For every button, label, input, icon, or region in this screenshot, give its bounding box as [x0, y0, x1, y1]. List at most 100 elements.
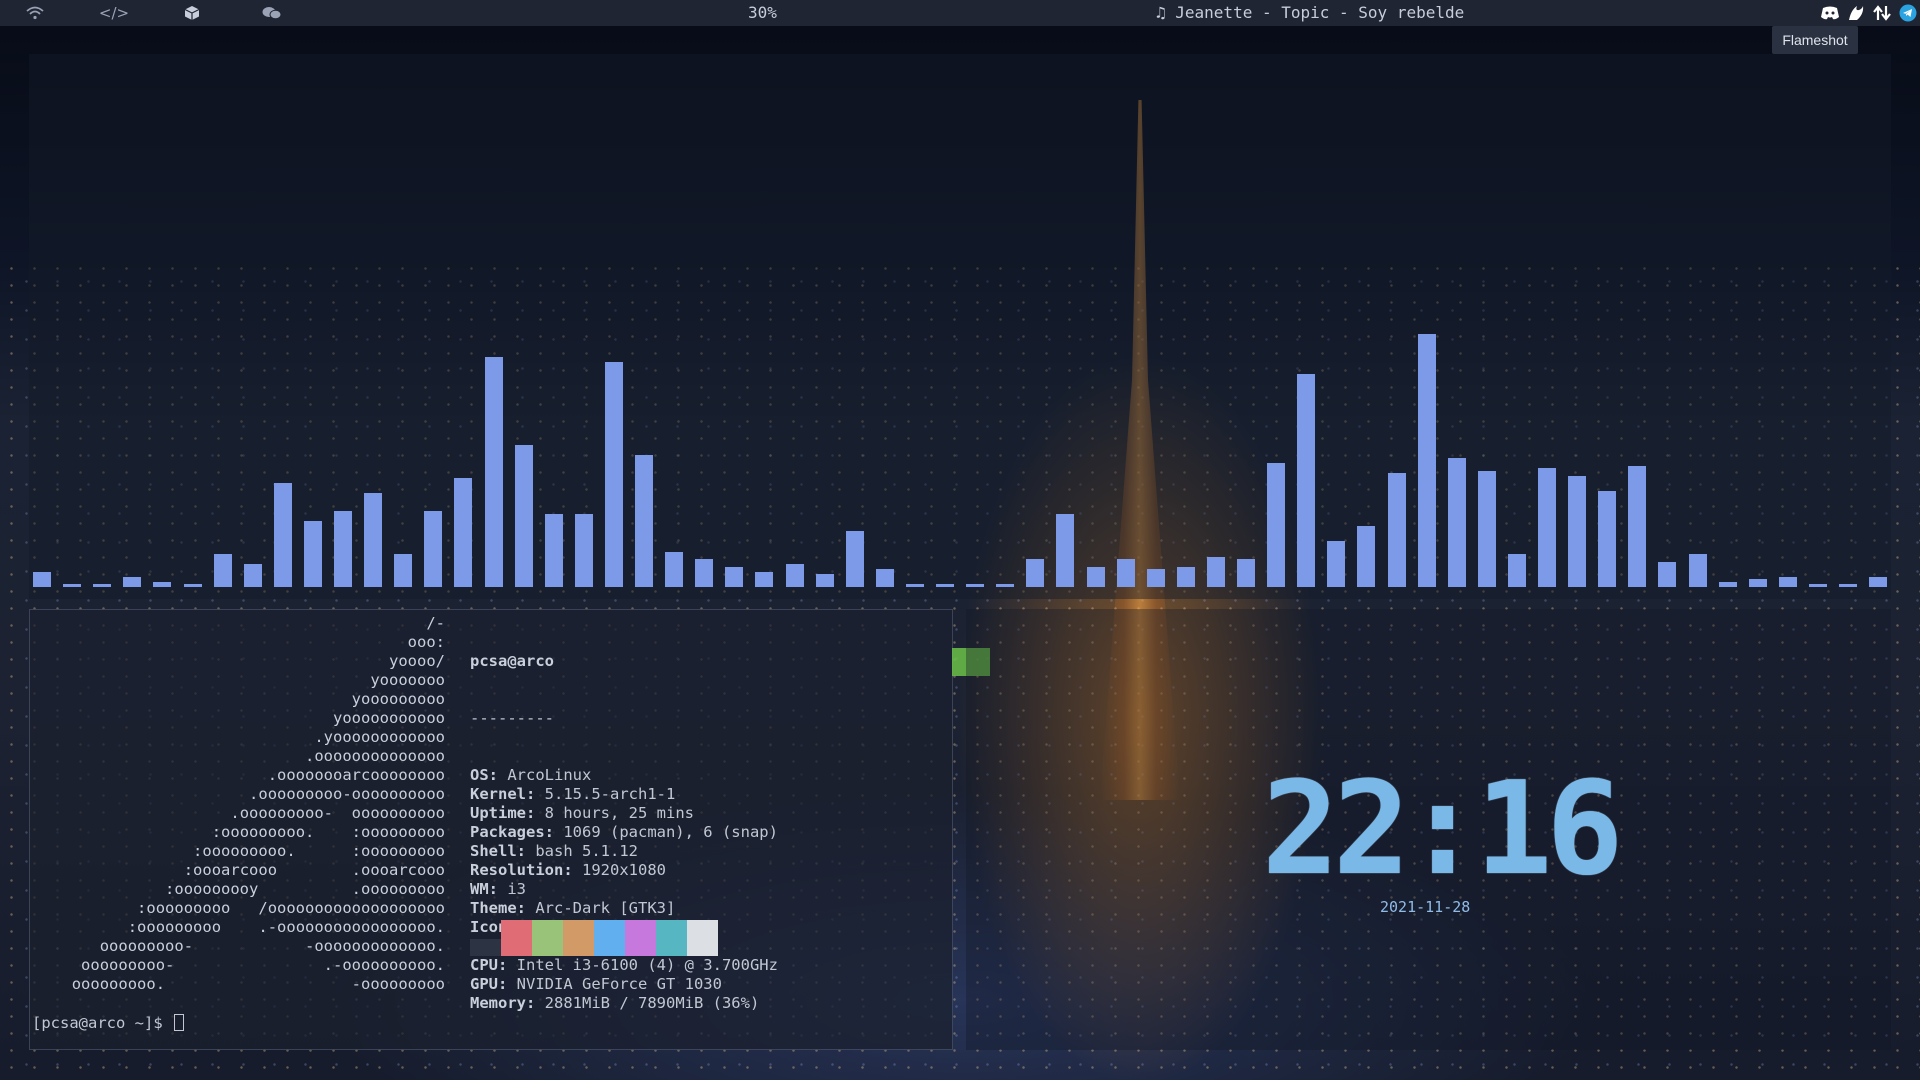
visualizer-bar: [786, 564, 804, 587]
sysinfo-value: ArcoLinux: [507, 766, 592, 784]
sysinfo-value: 5.15.5-arch1-1: [544, 785, 676, 803]
visualizer-bar: [725, 567, 743, 587]
visualizer-bar: [153, 582, 171, 587]
ascii-line: :oooarcooo .oooarcooo: [183, 861, 445, 879]
now-playing-title[interactable]: ♫ Jeanette - Topic - Soy rebelde: [1156, 3, 1464, 22]
updates-icon[interactable]: [1872, 3, 1892, 23]
visualizer-bar: [1026, 559, 1044, 587]
ascii-line: .ooooooooo-oooooooooo: [249, 785, 445, 803]
visualizer-bar: [1388, 473, 1406, 587]
discord-icon[interactable]: [1820, 3, 1840, 23]
sysinfo-key: Theme: [470, 899, 517, 917]
visualizer-bar: [1056, 514, 1074, 587]
visualizer-bar: [184, 584, 202, 587]
sysinfo-key: WM: [470, 880, 489, 898]
visualizer-bar: [1749, 579, 1767, 587]
neofetch-ascii-logo: /- ooo: yoooo/yooooooo yooooooooo yooooooooo…: [30, 614, 445, 994]
prompt-text: [pcsa@arco ~]$: [32, 1014, 172, 1032]
visualizer-bar: [1689, 554, 1707, 587]
telegram-icon[interactable]: [1898, 3, 1918, 23]
visualizer-bar: [635, 455, 653, 587]
code-icon[interactable]: </>: [99, 3, 129, 23]
visualizer-bar: [665, 552, 683, 587]
ascii-line: :ooooooooy .ooooooooo: [165, 880, 445, 898]
sysinfo-value: bash 5.1.12: [535, 842, 638, 860]
visualizer-bar: [334, 511, 352, 587]
ascii-line: :ooooooooo. :ooooooooo: [193, 842, 445, 860]
visualizer-bar: [33, 572, 51, 587]
sysinfo-value: 8 hours, 25 mins: [544, 804, 694, 822]
visualizer-bar: [274, 483, 292, 587]
visualizer-bar: [485, 357, 503, 587]
sysinfo-value: Intel i3-6100 (4) @ 3.700GHz: [516, 956, 778, 974]
sysinfo-value: Arc-Dark [GTK3]: [535, 899, 676, 917]
visualizer-bar: [1327, 541, 1345, 587]
chat-icon[interactable]: [260, 3, 284, 23]
visualizer-bar: [996, 584, 1014, 587]
visualizer-bar: [214, 554, 232, 587]
visualizer-bar: [1267, 463, 1285, 587]
shell-prompt[interactable]: [pcsa@arco ~]$: [32, 1014, 184, 1033]
sysinfo-row: Shell: bash 5.1.12: [470, 842, 638, 860]
sysinfo-key: Resolution: [470, 861, 564, 879]
visualizer-bar: [755, 572, 773, 587]
sysinfo-key: Packages: [470, 823, 545, 841]
sysinfo-row: Theme: Arc-Dark [GTK3]: [470, 899, 676, 917]
sysinfo-value: 1920x1080: [582, 861, 666, 879]
visualizer-bar: [123, 577, 141, 587]
visualizer-bar: [1478, 471, 1496, 587]
sysinfo-key: GPU: [470, 975, 498, 993]
sysinfo-row: WM: i3: [470, 880, 527, 898]
clock-time: 22:16: [1262, 755, 1623, 904]
ascii-line: ooooooooo- -ooooooooooooo.: [99, 937, 445, 955]
visualizer-bar: [1598, 491, 1616, 587]
palette-swatch: [656, 920, 687, 956]
sysinfo-key: Memory: [470, 994, 526, 1012]
sysinfo-key: Kernel: [470, 785, 526, 803]
sysinfo-row: Packages: 1069 (pacman), 6 (snap): [470, 823, 778, 841]
ascii-line: .oooooooooooooo: [305, 747, 445, 765]
sysinfo-key: Shell: [470, 842, 517, 860]
palette-swatch: [532, 920, 563, 956]
wifi-icon[interactable]: [24, 3, 46, 23]
color-palette: [470, 920, 718, 956]
visualizer-bar: [1418, 334, 1436, 587]
visualizer-bar: [936, 584, 954, 587]
ascii-line: yooooooooo: [351, 690, 445, 708]
visualizer-bar: [966, 584, 984, 587]
ascii-line: yoooo/: [389, 652, 445, 670]
palette-swatch: [470, 939, 501, 956]
ascii-line: :ooooooooo .-ooooooooooooooooo.: [127, 918, 445, 936]
visualizer-bar: [244, 564, 262, 587]
neofetch-header: pcsa@arco: [470, 652, 554, 670]
sysinfo-value: i3: [507, 880, 527, 898]
visualizer-bar: [93, 584, 111, 587]
visualizer-bar: [394, 554, 412, 587]
sysinfo-row: GPU: NVIDIA GeForce GT 1030: [470, 975, 722, 993]
terminal-window[interactable]: /- ooo: yoooo/yooooooo yooooooooo yooooooooo…: [29, 609, 953, 1050]
visualizer-bar: [575, 514, 593, 587]
visualizer-bar: [1357, 526, 1375, 587]
visualizer-bar: [1177, 567, 1195, 587]
sysinfo-value: 1069 (pacman), 6 (snap): [563, 823, 778, 841]
visualizer-bars: [29, 54, 1891, 599]
visualizer-bar: [1448, 458, 1466, 587]
top-bar: </> 30% ♫ Jeanette - Topic - Soy rebelde: [0, 0, 1920, 26]
sysinfo-key: OS: [470, 766, 489, 784]
neofetch-system-info: pcsa@arco --------- OS: ArcoLinux Kernel:…: [470, 614, 778, 1051]
visualizer-bar: [454, 478, 472, 587]
visualizer-bar: [1719, 582, 1737, 587]
sysinfo-row: OS: ArcoLinux: [470, 766, 592, 784]
palette-swatch: [563, 920, 594, 956]
package-icon[interactable]: [181, 3, 203, 23]
ascii-line: .oooooooarcoooooooo: [267, 766, 445, 784]
visualizer-bar: [1538, 468, 1556, 587]
visualizer-bar: [816, 574, 834, 587]
palette-swatch: [687, 920, 718, 956]
ascii-line: ooo:: [407, 633, 445, 651]
palette-swatch: [594, 920, 625, 956]
audio-visualizer-window[interactable]: [29, 54, 1891, 599]
flameshot-icon[interactable]: [1846, 3, 1866, 23]
visualizer-bar: [1568, 476, 1586, 587]
visualizer-bar: [515, 445, 533, 587]
